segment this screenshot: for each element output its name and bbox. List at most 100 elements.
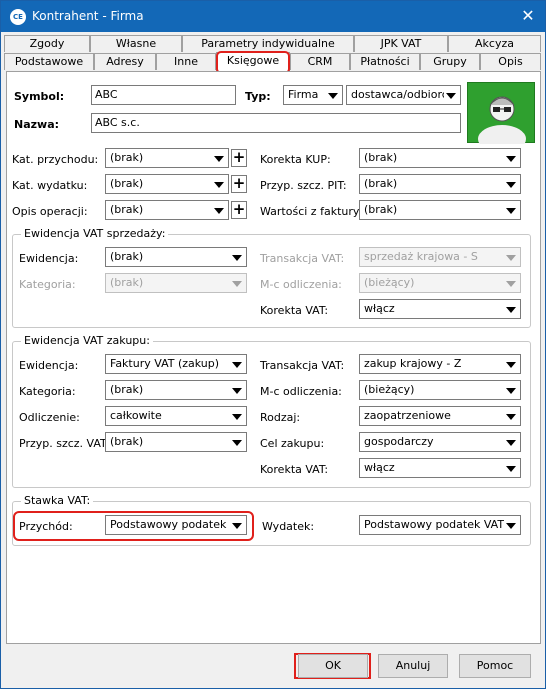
wartosci-z-faktury-value: (brak)	[364, 203, 398, 216]
chevron-down-icon	[506, 388, 516, 394]
chevron-down-icon	[328, 93, 338, 99]
tab-parametry-indywidualne[interactable]: Parametry indywidualne	[182, 35, 354, 52]
sales-korekta-select[interactable]: włącz	[359, 299, 521, 319]
tab-akcyza[interactable]: Akcyza	[448, 35, 541, 52]
purchase-cel-value: gospodarczy	[364, 435, 434, 448]
chevron-down-icon	[506, 466, 516, 472]
sales-vat-group-title: Ewidencja VAT sprzedaży:	[21, 227, 169, 240]
chevron-down-icon	[506, 182, 516, 188]
chevron-down-icon	[232, 281, 242, 287]
kat-wydatku-select[interactable]: (brak)	[105, 174, 229, 194]
purchase-kategoria-select[interactable]: (brak)	[105, 380, 247, 400]
purchase-przyp-label: Przyp. szcz. VAT:	[19, 437, 110, 450]
chevron-down-icon	[506, 523, 516, 529]
sales-korekta-value: włącz	[364, 302, 395, 315]
purchase-mc-select[interactable]: (bieżący)	[359, 380, 521, 400]
opis-operacji-select[interactable]: (brak)	[105, 200, 229, 220]
sales-kategoria-select: (brak)	[105, 273, 247, 293]
purchase-ewidencja-value: Faktury VAT (zakup)	[110, 357, 220, 370]
chevron-down-icon	[506, 156, 516, 162]
chevron-down-icon	[506, 281, 516, 287]
sales-ewidencja-value: (brak)	[110, 250, 144, 263]
typ2-select[interactable]: dostawca/odbiorca	[346, 85, 461, 105]
tab-zgody[interactable]: Zgody	[4, 35, 90, 52]
purchase-transakcja-value: zakup krajowy - Z	[364, 357, 462, 370]
chevron-down-icon	[506, 208, 516, 214]
ok-button[interactable]: OK	[298, 654, 368, 678]
chevron-down-icon	[214, 182, 224, 188]
close-icon[interactable]: ✕	[518, 6, 538, 26]
purchase-mc-value: (bieżący)	[364, 383, 415, 396]
przyp-szcz-pit-select[interactable]: (brak)	[359, 174, 521, 194]
kat-przychodu-label: Kat. przychodu:	[12, 153, 99, 166]
tab-opis[interactable]: Opis	[480, 53, 541, 70]
chevron-down-icon	[232, 388, 242, 394]
purchase-korekta-select[interactable]: włącz	[359, 458, 521, 478]
wartosci-z-faktury-select[interactable]: (brak)	[359, 200, 521, 220]
comarch-logo-icon: CE	[10, 9, 26, 25]
tab-jpk-vat[interactable]: JPK VAT	[354, 35, 448, 52]
korekta-kup-select[interactable]: (brak)	[359, 148, 521, 168]
typ-select[interactable]: Firma	[283, 85, 343, 105]
purchase-ewidencja-label: Ewidencja:	[19, 359, 79, 372]
tab-grupy[interactable]: Grupy	[420, 53, 480, 70]
kat-wydatku-label: Kat. wydatku:	[12, 179, 88, 192]
add-kat-przychodu-button[interactable]: +	[231, 149, 247, 167]
wydatek-select[interactable]: Podstawowy podatek VAT 23	[359, 515, 521, 535]
typ2-select-value: dostawca/odbiorca	[351, 88, 444, 101]
tab-crm[interactable]: CRM	[290, 53, 350, 70]
korekta-kup-value: (brak)	[364, 151, 398, 164]
add-kat-wydatku-button[interactable]: +	[231, 175, 247, 193]
cancel-button[interactable]: Anuluj	[378, 654, 448, 678]
dialog-window: CE Kontrahent - Firma ✕ Zgody Własne Par…	[0, 0, 546, 689]
sales-transakcja-label: Transakcja VAT:	[260, 252, 345, 265]
purchase-kategoria-label: Kategoria:	[19, 385, 76, 398]
chevron-down-icon	[506, 362, 516, 368]
add-opis-operacji-button[interactable]: +	[231, 201, 247, 219]
symbol-field[interactable]: ABC	[91, 85, 236, 105]
sales-kategoria-value: (brak)	[110, 276, 144, 289]
purchase-rodzaj-select[interactable]: zaopatrzeniowe	[359, 406, 521, 426]
purchase-odliczenie-label: Odliczenie:	[19, 411, 80, 424]
chevron-down-icon	[232, 255, 242, 261]
tab-inne[interactable]: Inne	[156, 53, 216, 70]
chevron-down-icon	[506, 414, 516, 420]
chevron-down-icon	[232, 440, 242, 446]
purchase-cel-select[interactable]: gospodarczy	[359, 432, 521, 452]
wydatek-label: Wydatek:	[262, 520, 315, 533]
help-button[interactable]: Pomoc	[459, 654, 531, 678]
nazwa-label: Nazwa:	[14, 118, 60, 131]
sales-ewidencja-select[interactable]: (brak)	[105, 247, 247, 267]
purchase-rodzaj-label: Rodzaj:	[260, 411, 301, 424]
kat-przychodu-select[interactable]: (brak)	[105, 148, 229, 168]
purchase-przyp-select[interactable]: (brak)	[105, 432, 247, 452]
sales-transakcja-select: sprzedaż krajowa - S	[359, 247, 521, 267]
przyp-szcz-pit-label: Przyp. szcz. PIT:	[260, 179, 347, 192]
tab-platnosci[interactable]: Płatności	[350, 53, 420, 70]
nazwa-field[interactable]: ABC s.c.	[91, 113, 461, 133]
sales-mc-select: (bieżący)	[359, 273, 521, 293]
przychod-select[interactable]: Podstawowy podatek VAT	[105, 515, 247, 535]
purchase-transakcja-label: Transakcja VAT:	[260, 359, 345, 372]
przyp-szcz-pit-value: (brak)	[364, 177, 398, 190]
purchase-odliczenie-select[interactable]: całkowite	[105, 406, 247, 426]
chevron-down-icon	[506, 255, 516, 261]
purchase-ewidencja-select[interactable]: Faktury VAT (zakup)	[105, 354, 247, 374]
tab-podstawowe[interactable]: Podstawowe	[4, 53, 94, 70]
title-bar: CE Kontrahent - Firma ✕	[1, 1, 545, 32]
chevron-down-icon	[506, 440, 516, 446]
contact-avatar-icon	[467, 82, 535, 153]
typ-label: Typ:	[245, 90, 271, 103]
sales-ewidencja-label: Ewidencja:	[19, 252, 79, 265]
chevron-down-icon	[232, 362, 242, 368]
chevron-down-icon	[214, 208, 224, 214]
purchase-kategoria-value: (brak)	[110, 383, 144, 396]
tab-adresy[interactable]: Adresy	[94, 53, 156, 70]
tab-wlasne[interactable]: Własne	[90, 35, 182, 52]
purchase-transakcja-select[interactable]: zakup krajowy - Z	[359, 354, 521, 374]
vat-rate-group-title: Stawka VAT:	[21, 494, 94, 507]
purchase-rodzaj-value: zaopatrzeniowe	[364, 409, 451, 422]
opis-operacji-label: Opis operacji:	[12, 205, 88, 218]
sales-kategoria-label: Kategoria:	[19, 278, 76, 291]
purchase-odliczenie-value: całkowite	[110, 409, 162, 422]
